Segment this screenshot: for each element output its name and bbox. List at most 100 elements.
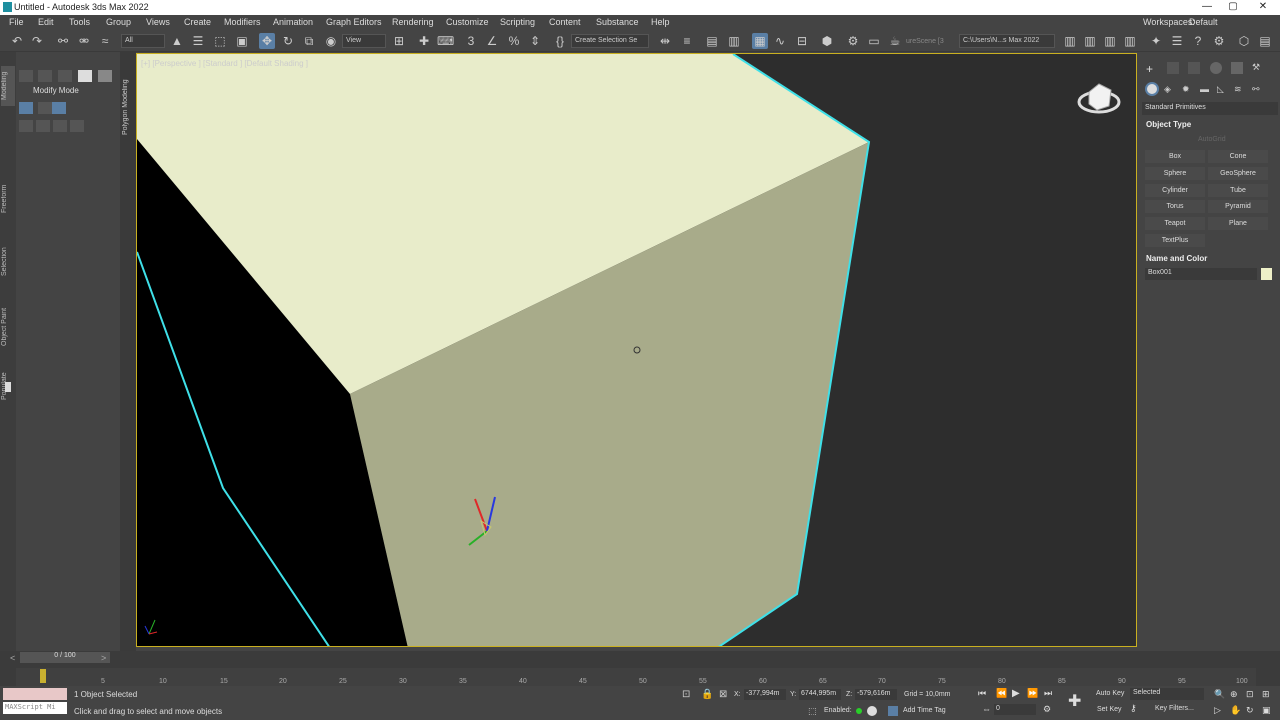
- bind-space-warp-icon[interactable]: ≈: [97, 33, 113, 49]
- schematic-view-icon[interactable]: ⊟: [794, 33, 810, 49]
- layer-explorer-icon[interactable]: ▥: [726, 33, 742, 49]
- named-selection-dropdown[interactable]: Create Selection Se: [571, 34, 649, 48]
- angle-snap-icon[interactable]: ∠: [484, 33, 500, 49]
- select-object-icon[interactable]: ▲: [169, 33, 185, 49]
- curve-icon[interactable]: [58, 70, 72, 82]
- open-project-icon[interactable]: ▥: [1062, 33, 1078, 49]
- sphere-mode-icon[interactable]: [98, 70, 112, 82]
- menu-content[interactable]: Content: [549, 17, 581, 27]
- shapes-icon[interactable]: ◈: [1164, 84, 1171, 95]
- menu-file[interactable]: File: [9, 17, 24, 27]
- align-icon[interactable]: ≡: [679, 33, 695, 49]
- teapot-button[interactable]: Teapot: [1145, 217, 1205, 230]
- zoom-extents-icon[interactable]: ⊡: [1246, 689, 1254, 700]
- isolate-selection-icon[interactable]: ⊡: [682, 689, 690, 700]
- utilities-tab-icon[interactable]: ⚒: [1252, 62, 1264, 74]
- set-key-button[interactable]: Set Key: [1097, 706, 1122, 713]
- object-type-header[interactable]: Object Type: [1146, 120, 1191, 129]
- spacewarps-icon[interactable]: ≋: [1234, 84, 1242, 95]
- time-slider[interactable]: 0 / 100: [20, 652, 110, 663]
- set-project-icon[interactable]: ▥: [1102, 33, 1118, 49]
- render-icon[interactable]: ☕: [887, 33, 903, 49]
- go-to-start-icon[interactable]: ⏮: [978, 688, 986, 699]
- rendered-frame-icon[interactable]: ▭: [866, 33, 882, 49]
- workspaces-dropdown[interactable]: Default: [1189, 17, 1218, 27]
- select-by-name-icon[interactable]: ☰: [190, 33, 206, 49]
- constraint-icon[interactable]: [70, 120, 84, 132]
- time-config-icon[interactable]: ⚙: [1043, 704, 1051, 715]
- pivot-center-icon[interactable]: ⊞: [391, 33, 407, 49]
- selection-lock-icon[interactable]: 🔒: [701, 689, 713, 700]
- cameras-icon[interactable]: ▬: [1200, 84, 1209, 94]
- modify-tool-icon[interactable]: [53, 120, 67, 132]
- menu-substance[interactable]: Substance: [596, 17, 639, 27]
- autogrid-checkbox[interactable]: AutoGrid: [1198, 136, 1226, 143]
- menu-edit[interactable]: Edit: [38, 17, 54, 27]
- viewcube-icon[interactable]: [1077, 78, 1121, 118]
- menu-graph-editors[interactable]: Graph Editors: [326, 17, 382, 27]
- paint-icon[interactable]: [38, 70, 52, 82]
- edit-named-selection-icon[interactable]: {}: [552, 33, 568, 49]
- reference-coordinate-dropdown[interactable]: View: [342, 34, 386, 48]
- maximize-viewport-icon[interactable]: ▣: [1262, 705, 1271, 716]
- selection-filter-dropdown[interactable]: All: [121, 34, 165, 48]
- viewport-label[interactable]: [+] [Perspective ] [Standard ] [Default …: [141, 59, 308, 68]
- maxscript-input[interactable]: MAXScript Mi: [3, 702, 67, 714]
- geosphere-button[interactable]: GeoSphere: [1208, 167, 1268, 180]
- key-filters-button[interactable]: Key Filters...: [1155, 705, 1194, 712]
- archive-icon[interactable]: ▥: [1122, 33, 1138, 49]
- share-icon[interactable]: ⬡: [1236, 33, 1252, 49]
- scene-name-field[interactable]: ureScene [3: [906, 38, 944, 45]
- menu-scripting[interactable]: Scripting: [500, 17, 535, 27]
- zoom-icon[interactable]: 🔍: [1214, 689, 1225, 700]
- auto-key-button[interactable]: Auto Key: [1096, 690, 1124, 697]
- project-path-dropdown[interactable]: C:\Users\N...s Max 2022: [959, 34, 1055, 48]
- key-mode-toggle-icon[interactable]: ⇔: [982, 704, 991, 714]
- render-setup-icon[interactable]: ⚙: [845, 33, 861, 49]
- placement-icon[interactable]: ◉: [323, 33, 339, 49]
- play-icon[interactable]: ▶: [1012, 688, 1020, 699]
- compact-icon[interactable]: ▤: [1257, 33, 1273, 49]
- time-tag-icon[interactable]: [888, 706, 898, 716]
- add-time-tag-button[interactable]: Add Time Tag: [903, 707, 946, 714]
- zoom-all-icon[interactable]: ⊕: [1230, 689, 1238, 700]
- tab-options-icon[interactable]: [5, 382, 11, 392]
- keyboard-shortcut-icon[interactable]: ⌨: [437, 33, 454, 49]
- percent-snap-icon[interactable]: %: [506, 33, 522, 49]
- torus-button[interactable]: Torus: [1145, 200, 1205, 213]
- current-frame-field[interactable]: 0: [994, 704, 1036, 715]
- menu-group[interactable]: Group: [106, 17, 131, 27]
- go-to-end-icon[interactable]: ⏭: [1044, 688, 1052, 699]
- menu-rendering[interactable]: Rendering: [392, 17, 434, 27]
- timeline-prev-icon[interactable]: <: [10, 653, 15, 663]
- sphere-button[interactable]: Sphere: [1145, 167, 1205, 180]
- plane-button[interactable]: Plane: [1208, 217, 1268, 230]
- maxscript-listener[interactable]: [3, 688, 67, 700]
- key-mode-dropdown[interactable]: Selected: [1130, 688, 1204, 700]
- zoom-extents-all-icon[interactable]: ⊞: [1262, 689, 1270, 700]
- tube-button[interactable]: Tube: [1208, 184, 1268, 197]
- motion-tab-icon[interactable]: [1210, 62, 1222, 74]
- maximize-button[interactable]: ▢: [1222, 1, 1244, 14]
- snaps-toggle-icon[interactable]: 3: [463, 33, 479, 49]
- time-marker[interactable]: [40, 669, 46, 683]
- perspective-viewport[interactable]: [+] [Perspective ] [Standard ] [Default …: [136, 53, 1137, 647]
- cone-button[interactable]: Cone: [1208, 150, 1268, 163]
- move-icon[interactable]: ✥: [259, 33, 275, 49]
- display-tab-icon[interactable]: [1231, 62, 1243, 74]
- mirror-icon[interactable]: ⇹: [657, 33, 673, 49]
- object-color-swatch[interactable]: [1261, 268, 1272, 280]
- textplus-button[interactable]: TextPlus: [1145, 234, 1205, 247]
- vertex-mode-icon[interactable]: [19, 102, 33, 114]
- rotate-icon[interactable]: ↻: [280, 33, 296, 49]
- box-button[interactable]: Box: [1145, 150, 1205, 163]
- pyramid-button[interactable]: Pyramid: [1208, 200, 1268, 213]
- minimize-button[interactable]: —: [1196, 1, 1218, 14]
- absolute-mode-icon[interactable]: ⊠: [719, 689, 727, 700]
- spinner-snap-icon[interactable]: ⇕: [527, 33, 543, 49]
- window-crossing-icon[interactable]: ▣: [234, 33, 250, 49]
- redo-icon[interactable]: ↷: [29, 33, 45, 49]
- element-mode-icon[interactable]: [36, 120, 50, 132]
- toolbar-settings-icon[interactable]: ⚙: [1211, 33, 1227, 49]
- tab-selection[interactable]: Selection: [1, 242, 15, 282]
